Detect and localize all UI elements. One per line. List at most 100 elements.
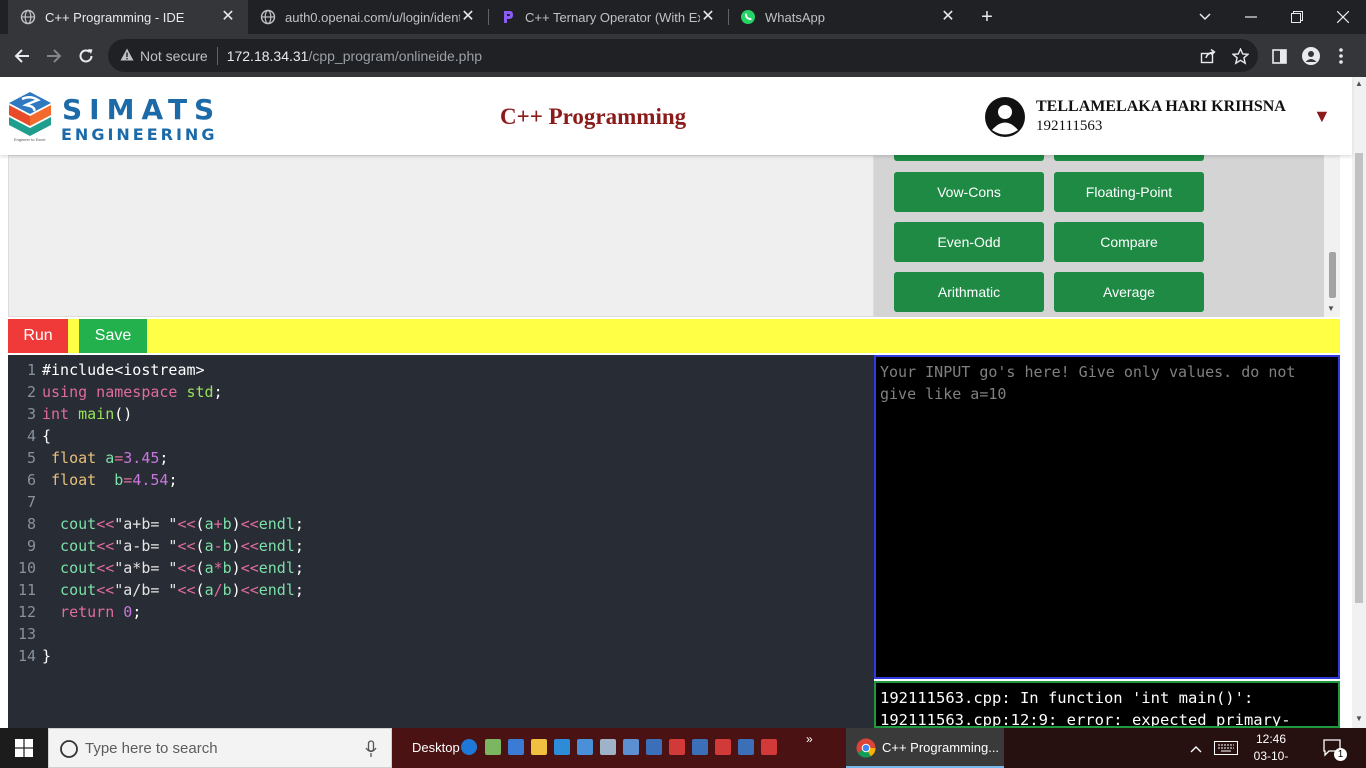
code-token: +: [213, 515, 223, 533]
code-line[interactable]: 14}: [8, 645, 51, 667]
desktop-toolbar-label[interactable]: Desktop: [412, 740, 460, 755]
code-line[interactable]: 5 float a=3.45;: [8, 447, 168, 469]
program-button-hidden-2[interactable]: [1054, 155, 1204, 161]
microphone-icon[interactable]: [365, 740, 377, 762]
run-button[interactable]: Run: [8, 319, 68, 353]
toolbar-overflow-icon[interactable]: »: [806, 732, 813, 746]
restore-icon[interactable]: [1274, 0, 1320, 34]
taskbar-chrome-button[interactable]: C++ Programming...: [846, 728, 1004, 768]
cpp-file-icon[interactable]: [669, 739, 685, 755]
code-line[interactable]: 2 using namespace std;: [8, 381, 223, 403]
scroll-up-arrow-icon[interactable]: ▲: [1354, 79, 1364, 88]
code-line[interactable]: 9 cout<<"a-b= "<<(a-b)<<endl;: [8, 535, 304, 557]
code-line[interactable]: 4{: [8, 425, 51, 447]
code-token: (): [114, 405, 133, 423]
site-header: SIMATS ENGINEERING Engineer to Excel C++…: [0, 77, 1352, 155]
share-icon[interactable]: [1193, 41, 1223, 71]
code-token: int: [42, 405, 79, 423]
taskbar-clock[interactable]: 12:46 03-10-2023: [1241, 731, 1301, 768]
back-icon[interactable]: [7, 41, 37, 71]
program-button-vow-cons[interactable]: Vow-Cons: [894, 172, 1044, 212]
user-menu-caret-icon[interactable]: ▼: [1313, 106, 1331, 127]
cpp-file-icon[interactable]: [761, 739, 777, 755]
code-line[interactable]: 8 cout<<"a+b= "<<(a+b)<<endl;: [8, 513, 304, 535]
program-button-arithmatic[interactable]: Arithmatic: [894, 272, 1044, 312]
program-description-panel: [8, 155, 874, 317]
windows-start-icon[interactable]: [0, 728, 48, 768]
code-line[interactable]: 13: [8, 623, 42, 645]
program-button-floating-point[interactable]: Floating-Point: [1054, 172, 1204, 212]
tab-ternary[interactable]: C++ Ternary Operator (With Exa ✕: [488, 0, 728, 34]
bookmark-star-icon[interactable]: [1225, 41, 1255, 71]
program-button-average[interactable]: Average: [1054, 272, 1204, 312]
programs-scrollbar-thumb[interactable]: [1329, 252, 1336, 298]
line-number: 11: [17, 581, 36, 599]
clock-time: 12:46: [1255, 732, 1287, 746]
code-line[interactable]: 10 cout<<"a*b= "<<(a*b)<<endl;: [8, 557, 304, 579]
action-bar: [8, 319, 1340, 353]
user-name: TELLAMELAKA HARI KRIHSNA: [1036, 98, 1286, 115]
tab-whatsapp[interactable]: WhatsApp ✕: [728, 0, 968, 34]
program-input[interactable]: Your INPUT go's here! Give only values. …: [874, 355, 1340, 679]
user-avatar-icon[interactable]: [985, 97, 1025, 137]
close-icon[interactable]: ✕: [700, 9, 716, 25]
code-token: <<: [177, 515, 196, 533]
browser-toolbar: Not secure 172.18.34.31/cpp_program/onli…: [0, 34, 1366, 77]
close-icon[interactable]: ✕: [460, 9, 476, 25]
close-icon[interactable]: ✕: [220, 9, 236, 25]
user-shortcut-icon[interactable]: [485, 739, 501, 755]
page-scrollbar[interactable]: ▲ ▼: [1352, 77, 1366, 728]
forward-icon[interactable]: [39, 41, 69, 71]
code-editor[interactable]: 1 #include<iostream> 2 using namespace std;…: [8, 355, 874, 728]
security-label[interactable]: Not secure: [140, 48, 208, 64]
save-button[interactable]: Save: [79, 319, 147, 353]
scroll-down-arrow-icon[interactable]: ▼: [1327, 304, 1335, 313]
code-token: ;: [159, 449, 169, 467]
programiz-icon: [500, 9, 516, 25]
code-token: endl: [258, 559, 295, 577]
program-button-compare[interactable]: Compare: [1054, 222, 1204, 262]
cpp-file-icon[interactable]: [715, 739, 731, 755]
keyboard-icon[interactable]: [1214, 741, 1238, 760]
minimize-icon[interactable]: [1228, 0, 1274, 34]
page-scrollbar-thumb[interactable]: [1355, 153, 1363, 603]
code-line[interactable]: 6 float b=4.54;: [8, 469, 178, 491]
code-token: ;: [294, 537, 304, 555]
code-line[interactable]: 1 #include<iostream>: [8, 359, 205, 381]
logo-wordmark: SIMATS: [62, 93, 222, 126]
reload-icon[interactable]: [71, 41, 101, 71]
tray-expand-icon[interactable]: [1190, 740, 1202, 758]
close-window-icon[interactable]: [1320, 0, 1366, 34]
simats-logo-icon[interactable]: [8, 91, 52, 139]
code-line[interactable]: 11 cout<<"a/b= "<<(a/b)<<endl;: [8, 579, 304, 601]
output-line: 192111563.cpp:12:9: error: expected prim…: [880, 711, 1291, 728]
tab-search-icon[interactable]: [1182, 0, 1228, 34]
address-bar[interactable]: Not secure 172.18.34.31/cpp_program/onli…: [108, 39, 1258, 72]
control-panel-icon[interactable]: [577, 739, 593, 755]
tab-cpp-ide[interactable]: C++ Programming - IDE ✕: [8, 0, 248, 34]
code-line[interactable]: 7: [8, 491, 42, 513]
cpp-file-icon[interactable]: [646, 739, 662, 755]
code-line[interactable]: 3 int main(): [8, 403, 132, 425]
taskbar-search-input[interactable]: Type here to search: [48, 728, 392, 768]
scroll-down-arrow-icon[interactable]: ▼: [1354, 714, 1364, 723]
menu-kebab-icon[interactable]: [1326, 41, 1356, 71]
close-icon[interactable]: ✕: [940, 9, 956, 25]
code-line[interactable]: 12 return 0;: [8, 601, 141, 623]
network-icon[interactable]: [554, 739, 570, 755]
program-button-even-odd[interactable]: Even-Odd: [894, 222, 1044, 262]
computer-icon[interactable]: [508, 739, 524, 755]
recycle-bin-icon[interactable]: [600, 739, 616, 755]
side-panel-icon[interactable]: [1264, 41, 1294, 71]
programs-scrollbar[interactable]: ▼: [1324, 155, 1340, 317]
onedrive-icon[interactable]: [461, 739, 477, 755]
new-tab-icon[interactable]: +: [964, 0, 1010, 34]
settings-shortcut-icon[interactable]: [623, 739, 639, 755]
code-token: a: [105, 449, 115, 467]
profile-icon[interactable]: [1296, 41, 1326, 71]
cpp-file-icon[interactable]: [738, 739, 754, 755]
program-button-hidden-1[interactable]: [894, 155, 1044, 161]
folder-icon[interactable]: [531, 739, 547, 755]
tab-auth0[interactable]: auth0.openai.com/u/login/identi ✕: [248, 0, 488, 34]
cpp-file-icon[interactable]: [692, 739, 708, 755]
